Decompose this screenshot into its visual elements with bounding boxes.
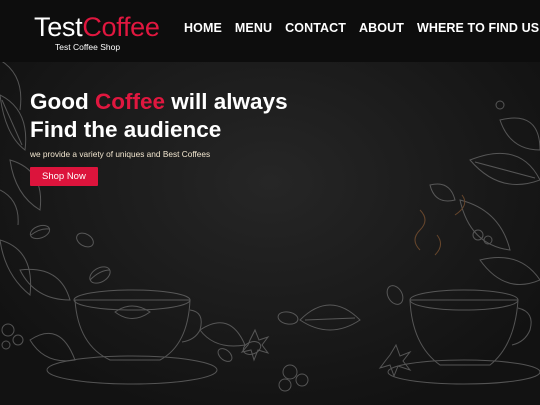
headline-highlight: Coffee [95,89,166,114]
hero-headline: Good Coffee will always Find the audienc… [30,88,288,144]
hero-section: Good Coffee will always Find the audienc… [30,88,288,186]
nav-menu[interactable]: MENU [235,21,272,35]
nav-about[interactable]: ABOUT [359,21,404,35]
brand-name: TestCoffee [34,12,160,42]
shop-now-button[interactable]: Shop Now [30,167,98,186]
hero-tagline: we provide a variety of uniques and Best… [30,149,211,159]
brand-logo[interactable]: TestCoffee Test Coffee Shop [34,12,160,52]
nav-home[interactable]: HOME [184,21,222,35]
headline-part2: will always [171,89,288,114]
brand-name-part1: Test [34,12,83,42]
nav-where-to-find-us[interactable]: WHERE TO FIND US [417,21,539,35]
nav-contact[interactable]: CONTACT [285,21,346,35]
brand-name-part2: Coffee [82,12,160,42]
main-nav: HOME MENU CONTACT ABOUT WHERE TO FIND US [184,21,540,35]
headline-line2: Find the audience [30,117,222,142]
brand-subtitle: Test Coffee Shop [55,42,121,52]
site-header: TestCoffee Test Coffee Shop HOME MENU CO… [0,0,540,62]
headline-part1: Good [30,89,89,114]
